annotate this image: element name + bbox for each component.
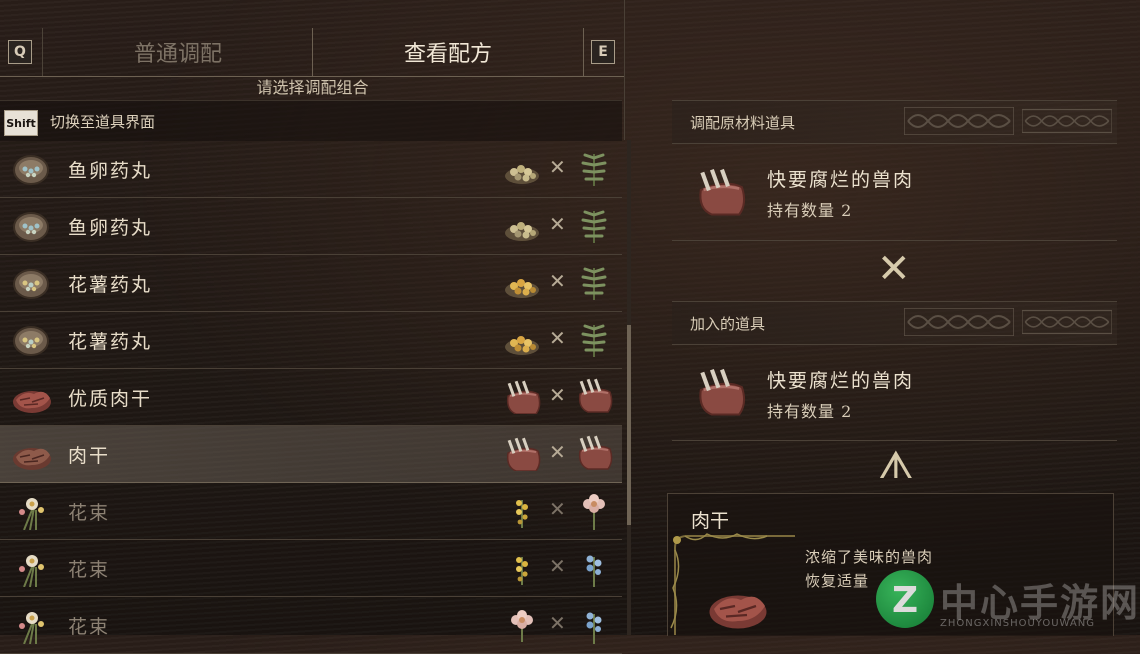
- recipe-name: 鱼卵药丸: [68, 217, 153, 239]
- times-icon: ✕: [549, 497, 566, 521]
- jerky-icon: [12, 447, 52, 471]
- rotten-meat-icon: [699, 368, 746, 416]
- herb-icon: [581, 152, 607, 188]
- fish-roe-pill-icon: [13, 212, 49, 242]
- material-count: 持有数量 2: [767, 201, 853, 220]
- recipe-row[interactable]: 花束 ✕: [0, 540, 622, 597]
- times-icon: ✕: [549, 383, 566, 407]
- times-icon: ✕: [549, 611, 566, 635]
- yellow-flower-icon: [515, 556, 529, 585]
- recipe-row-selected[interactable]: 肉干 ✕: [0, 426, 622, 483]
- material-section-title: 调配原材料道具: [690, 114, 796, 132]
- tab-normal-mix[interactable]: 普通调配: [42, 28, 313, 76]
- material-section-header: 调配原材料道具: [672, 100, 1117, 144]
- herb-icon: [581, 266, 607, 302]
- blue-flower-icon: [585, 554, 603, 587]
- yellow-seeds-icon: [505, 336, 539, 355]
- yellow-flower-icon: [515, 499, 529, 528]
- recipe-list: 鱼卵药丸 ✕ 鱼卵药丸 ✕ 花薯药丸 ✕ 花薯药丸 ✕ 优质肉干 ✕ 肉干 ✕: [0, 141, 622, 654]
- shift-hint-bar[interactable]: Shift 切换至道具界面: [0, 100, 622, 141]
- recipe-name: 鱼卵药丸: [68, 160, 153, 182]
- bouquet-icon: [18, 497, 45, 530]
- rotten-meat-icon: [506, 380, 541, 414]
- result-description-line2: 恢复适量: [805, 572, 870, 590]
- seeds-icon: [505, 165, 539, 184]
- material-name: 快要腐烂的兽肉: [767, 169, 915, 191]
- fish-roe-pill-icon: [13, 155, 49, 185]
- rotten-meat-icon: [506, 437, 541, 471]
- scrollbar-thumb[interactable]: [627, 325, 631, 525]
- knot-ornament-icon: [904, 107, 1014, 135]
- blue-flower-icon: [585, 611, 603, 644]
- rotten-meat-icon: [578, 435, 613, 470]
- combine-x-icon: ✕: [877, 246, 911, 292]
- recipe-name: 花束: [68, 559, 111, 581]
- recipe-name: 优质肉干: [68, 388, 153, 410]
- result-description-line1: 浓缩了美味的兽肉: [805, 548, 934, 566]
- result-arrow-icon: ᗑ: [878, 443, 914, 487]
- recipe-row[interactable]: 鱼卵药丸 ✕: [0, 198, 622, 255]
- flower-yam-pill-icon: [13, 269, 49, 299]
- knot-ornament-icon: [904, 308, 1014, 336]
- added-item-name: 快要腐烂的兽肉: [767, 370, 915, 392]
- recipe-row[interactable]: 花束 ✕: [0, 597, 622, 654]
- shift-key[interactable]: Shift: [4, 110, 38, 136]
- pink-flower-icon: [510, 609, 534, 642]
- divider: [624, 0, 625, 140]
- shift-hint-label: 切换至道具界面: [50, 113, 156, 131]
- watermark-subtext: ZHONGXINSHOUYOUWANG: [940, 618, 1095, 629]
- page-subtitle: 请选择调配组合: [256, 78, 369, 97]
- rotten-meat-icon: [699, 168, 746, 216]
- tab-view-recipes[interactable]: 查看配方: [312, 28, 584, 76]
- premium-jerky-icon: [12, 390, 52, 414]
- recipe-row[interactable]: 鱼卵药丸 ✕: [0, 141, 622, 198]
- times-icon: ✕: [549, 554, 566, 578]
- flower-yam-pill-icon: [13, 326, 49, 356]
- svg-text:Z: Z: [892, 580, 918, 621]
- times-icon: ✕: [549, 155, 566, 179]
- knot-ornament-icon: [1022, 309, 1112, 335]
- prev-tab-key[interactable]: Q: [8, 40, 32, 64]
- vine-frame-icon: [670, 533, 795, 635]
- pink-flower-icon: [582, 493, 606, 530]
- next-tab-key[interactable]: E: [591, 40, 615, 64]
- divider: [672, 240, 1117, 241]
- herb-icon: [581, 209, 607, 245]
- seeds-icon: [505, 222, 539, 241]
- times-icon: ✕: [549, 326, 566, 350]
- bouquet-icon: [18, 611, 45, 644]
- recipe-name: 花束: [68, 502, 111, 524]
- knot-ornament-icon: [1022, 108, 1112, 134]
- watermark-logo-icon: Z: [876, 570, 934, 628]
- recipe-row[interactable]: 花束 ✕: [0, 483, 622, 540]
- times-icon: ✕: [549, 440, 566, 464]
- added-section-header: 加入的道具: [672, 301, 1117, 345]
- added-item-count: 持有数量 2: [767, 402, 853, 421]
- yellow-seeds-icon: [505, 279, 539, 298]
- recipe-row[interactable]: 花薯药丸 ✕: [0, 255, 622, 312]
- times-icon: ✕: [549, 269, 566, 293]
- divider: [672, 440, 1117, 441]
- recipe-name: 花薯药丸: [68, 331, 153, 353]
- bouquet-icon: [18, 554, 45, 587]
- herb-icon: [581, 323, 607, 359]
- tab-bar: Q 普通调配 查看配方 E: [0, 28, 625, 77]
- recipe-row[interactable]: 花薯药丸 ✕: [0, 312, 622, 369]
- times-icon: ✕: [549, 212, 566, 236]
- added-section-title: 加入的道具: [690, 315, 766, 333]
- recipe-row[interactable]: 优质肉干 ✕: [0, 369, 622, 426]
- recipe-name: 花薯药丸: [68, 274, 153, 296]
- recipe-name: 肉干: [68, 445, 111, 467]
- rotten-meat-icon: [578, 378, 613, 413]
